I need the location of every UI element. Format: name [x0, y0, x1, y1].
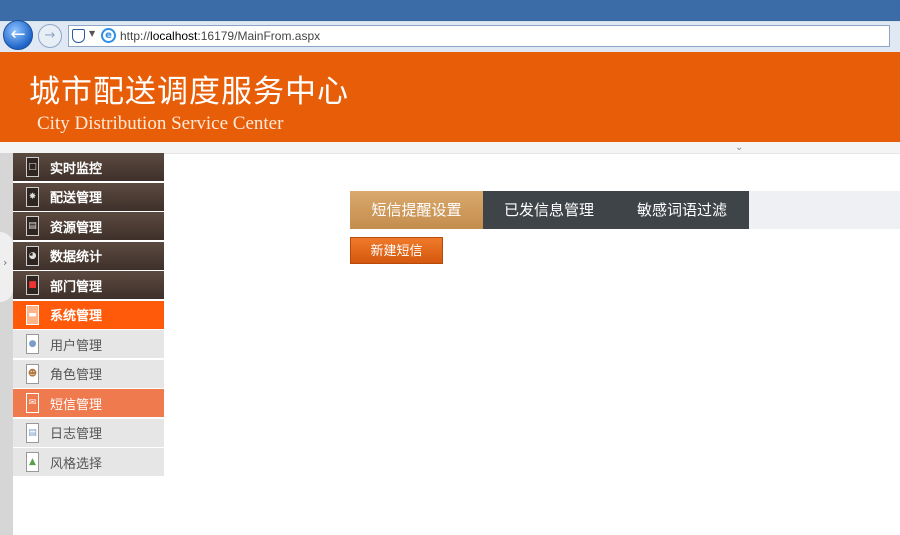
new-sms-button[interactable]: 新建短信	[350, 237, 443, 264]
message-icon: ✉	[26, 393, 39, 413]
page-header: 城市配送调度服务中心 City Distribution Service Cen…	[0, 52, 900, 142]
gear-icon: ✸	[26, 186, 39, 207]
sidebar-menu: □ 实时监控 ✸ 配送管理 ▤ 资源管理 ◕ 数据统计 ■ 部门管理 ▬ 系统管…	[13, 153, 164, 478]
department-icon: ■	[26, 275, 39, 295]
log-icon: ▤	[26, 422, 39, 443]
sidebar-item-label: 短信管理	[50, 397, 103, 413]
sidebar-item-logs[interactable]: ▤ 日志管理	[13, 418, 164, 447]
sidebar-item-label: 配送管理	[50, 191, 103, 206]
sidebar-item-label: 系统管理	[50, 309, 103, 324]
forward-arrow-icon[interactable]: →	[38, 24, 62, 48]
tab-sms-reminder-settings[interactable]: 短信提醒设置	[350, 191, 483, 229]
sidebar-item-realtime-monitor[interactable]: □ 实时监控	[13, 153, 164, 181]
sidebar-item-label: 数据统计	[50, 250, 103, 265]
chevron-right-icon[interactable]: ›	[3, 256, 7, 269]
sidebar-item-label: 风格选择	[50, 456, 103, 472]
sidebar-item-system[interactable]: ▬ 系统管理	[13, 300, 164, 329]
sidebar-item-label: 用户管理	[50, 338, 103, 354]
sidebar-item-label: 资源管理	[50, 220, 103, 236]
collapse-header-chevron-icon[interactable]: ⌄	[735, 142, 743, 153]
sidebar-item-delivery[interactable]: ✸ 配送管理	[13, 182, 164, 211]
address-bar[interactable]: ▼ e http://localhost:16179/MainFrom.aspx	[68, 25, 890, 47]
tab-sensitive-word-filter[interactable]: 敏感词语过滤	[615, 191, 749, 229]
sidebar-item-label: 实时监控	[50, 161, 103, 177]
sidebar-item-statistics[interactable]: ◕ 数据统计	[13, 241, 164, 270]
sidebar-item-sms[interactable]: ✉ 短信管理	[13, 389, 164, 417]
monitor-icon: □	[26, 157, 39, 177]
site-subtitle: City Distribution Service Center	[37, 113, 284, 134]
url-text[interactable]: http://localhost:16179/MainFrom.aspx	[120, 29, 320, 43]
browser-title-strip	[0, 0, 900, 20]
site-title: 城市配送调度服务中心	[29, 74, 349, 110]
shield-icon[interactable]	[72, 29, 85, 43]
theme-icon: ▲	[26, 452, 39, 472]
system-icon: ▬	[26, 304, 39, 325]
box-icon: ▤	[26, 216, 39, 236]
user-icon: ●	[26, 334, 39, 354]
role-icon: ☻	[26, 363, 39, 384]
sidebar-item-roles[interactable]: ☻ 角色管理	[13, 359, 164, 388]
sidebar-item-label: 日志管理	[50, 427, 103, 442]
sidebar-item-label: 角色管理	[50, 368, 103, 383]
sidebar-item-label: 部门管理	[50, 279, 103, 295]
back-arrow-icon[interactable]: ←	[3, 20, 33, 50]
chevron-down-icon[interactable]: ▼	[89, 29, 95, 38]
sidebar-item-users[interactable]: ● 用户管理	[13, 330, 164, 358]
chart-icon: ◕	[26, 245, 39, 266]
sidebar-gutter	[0, 153, 13, 535]
sidebar-item-department[interactable]: ■ 部门管理	[13, 271, 164, 299]
ie-logo-icon: e	[101, 28, 116, 43]
sidebar-item-resources[interactable]: ▤ 资源管理	[13, 212, 164, 240]
tab-sent-messages[interactable]: 已发信息管理	[483, 191, 615, 229]
sidebar-item-theme[interactable]: ▲ 风格选择	[13, 448, 164, 476]
